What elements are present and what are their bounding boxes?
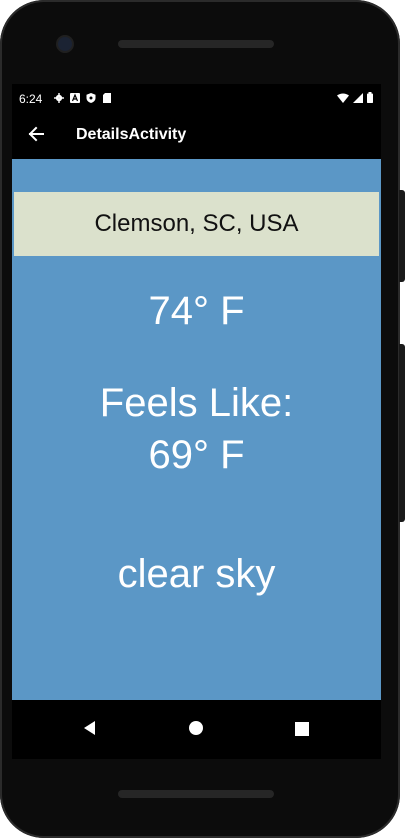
nav-recents-button[interactable] bbox=[290, 718, 314, 742]
bottom-speaker bbox=[118, 790, 274, 798]
shield-icon bbox=[86, 92, 96, 103]
nav-recents-icon bbox=[295, 721, 309, 740]
sd-card-icon bbox=[102, 92, 112, 103]
wifi-icon bbox=[337, 92, 349, 106]
font-icon bbox=[70, 92, 80, 103]
system-icons bbox=[337, 92, 373, 106]
phone-frame: 6:24 DetailsActivity Clemson, SC, USA 74… bbox=[0, 0, 400, 838]
screen: 6:24 DetailsActivity Clemson, SC, USA 74… bbox=[12, 84, 381, 759]
earpiece-speaker bbox=[118, 40, 274, 48]
power-button bbox=[399, 190, 405, 282]
arrow-back-icon bbox=[28, 126, 44, 146]
battery-icon bbox=[367, 92, 373, 106]
signal-icon bbox=[353, 92, 363, 106]
volume-button bbox=[399, 344, 405, 522]
weather-condition: clear sky bbox=[117, 552, 276, 596]
weather-details: Clemson, SC, USA 74° F Feels Like: 69° F… bbox=[12, 159, 381, 700]
status-time: 6:24 bbox=[19, 92, 43, 106]
notification-icons bbox=[54, 92, 112, 103]
feels-like-value: 69° F bbox=[148, 433, 245, 477]
nav-home-button[interactable] bbox=[184, 718, 208, 742]
nav-back-button[interactable] bbox=[77, 718, 101, 742]
app-bar: DetailsActivity bbox=[12, 114, 381, 158]
settings-icon bbox=[54, 92, 64, 103]
navigation-bar bbox=[12, 700, 381, 759]
nav-back-icon bbox=[82, 720, 96, 740]
location-label: Clemson, SC, USA bbox=[14, 192, 379, 256]
app-title: DetailsActivity bbox=[76, 126, 187, 143]
temperature-text: 74° F bbox=[148, 289, 245, 333]
back-button[interactable] bbox=[24, 124, 48, 148]
status-bar: 6:24 bbox=[12, 84, 381, 114]
front-camera bbox=[58, 37, 72, 51]
nav-home-icon bbox=[188, 720, 204, 740]
feels-like-label: Feels Like: bbox=[99, 381, 294, 425]
